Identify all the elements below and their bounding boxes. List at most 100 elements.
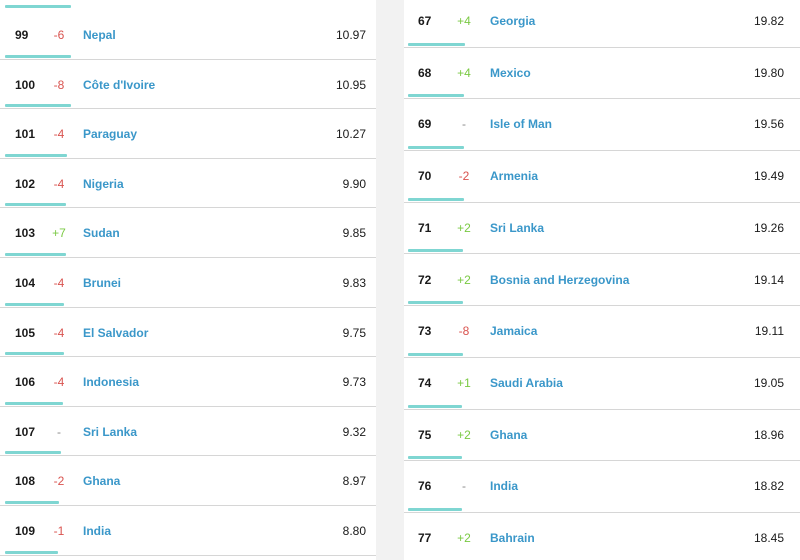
rank-change: +1: [457, 375, 471, 390]
rank-cell: 103: [15, 226, 36, 241]
score-cell: 9.73: [342, 375, 366, 390]
score-cell: 9.32: [342, 424, 366, 439]
country-link[interactable]: Nigeria: [83, 177, 124, 191]
country-link[interactable]: Paraguay: [83, 127, 137, 141]
country-link[interactable]: Indonesia: [83, 375, 139, 389]
country-link[interactable]: Armenia: [490, 169, 538, 183]
score-bar: [5, 5, 71, 8]
score-bar: [408, 507, 462, 511]
rank-cell: 74: [418, 375, 432, 390]
country-link[interactable]: Bosnia and Herzegovina: [490, 273, 629, 287]
rank-change: -4: [53, 375, 65, 390]
score-cell: 19.14: [753, 272, 784, 287]
score-bar: [5, 252, 66, 256]
rank-change: -4: [53, 276, 65, 290]
score-bar: [5, 54, 71, 58]
score-cell: 10.97: [335, 28, 366, 42]
country-link[interactable]: Sri Lanka: [83, 425, 137, 439]
score-cell: 18.96: [753, 427, 784, 442]
rank-change: +7: [52, 226, 66, 241]
score-bar: [408, 94, 464, 98]
country-link[interactable]: Mexico: [490, 66, 531, 80]
rank-cell: 99: [15, 28, 29, 42]
score-cell: 19.11: [754, 324, 784, 339]
rank-cell: 76: [418, 479, 432, 494]
rank-cell: 108: [15, 474, 36, 489]
score-bar: [408, 42, 465, 46]
country-link[interactable]: Jamaica: [490, 324, 537, 338]
rank-cell: 77: [418, 531, 432, 545]
country-link[interactable]: India: [83, 524, 111, 538]
table-row: 71 +2 Sri Lanka 19.26: [404, 202, 800, 255]
country-link[interactable]: Saudi Arabia: [490, 376, 563, 390]
left-ranking-table: 99 -6 Nepal 10.97 100 -8 Côte d'Ivoire 10.95 101…: [0, 0, 376, 560]
score-cell: 8.97: [342, 474, 366, 489]
rank-cell: 68: [418, 65, 432, 80]
rank-change: +2: [457, 531, 471, 545]
rank-change: -: [462, 117, 466, 132]
country-link[interactable]: Sri Lanka: [490, 221, 544, 235]
rank-change: -: [462, 479, 466, 494]
country-link[interactable]: Ghana: [490, 428, 527, 442]
table-row: 109 -1 India 8.80: [0, 505, 376, 556]
country-link[interactable]: India: [490, 479, 518, 493]
score-bar: [5, 352, 64, 356]
score-cell: 19.82: [753, 14, 784, 28]
score-bar: [408, 197, 464, 201]
rank-change: -4: [53, 325, 65, 340]
table-row: 67 +4 Georgia 19.82: [404, 0, 800, 48]
table-row: 72 +2 Bosnia and Herzegovina 19.14: [404, 254, 800, 307]
table-row: 76 - India 18.82: [404, 460, 800, 513]
table-row: 68 +4 Mexico 19.80: [404, 47, 800, 100]
table-row: 107 - Sri Lanka 9.32: [0, 406, 376, 457]
rank-cell: 104: [15, 276, 36, 290]
rank-cell: 101: [15, 127, 36, 142]
table-row: 75 +2 Ghana 18.96: [404, 409, 800, 462]
country-link[interactable]: Ghana: [83, 474, 120, 488]
right-ranking-table: 67 +4 Georgia 19.82 68 +4 Mexico 19.80 69 - Isle o…: [404, 0, 800, 560]
table-row: 100 -8 Côte d'Ivoire 10.95: [0, 59, 376, 110]
rank-cell: 75: [418, 427, 432, 442]
rank-change: -4: [53, 176, 65, 191]
score-cell: 19.26: [753, 220, 784, 235]
country-link[interactable]: El Salvador: [83, 326, 148, 340]
score-cell: 18.45: [753, 531, 784, 545]
score-bar: [5, 451, 61, 455]
table-row: 73 -8 Jamaica 19.11: [404, 305, 800, 358]
table-row: 101 -4 Paraguay 10.27: [0, 108, 376, 159]
score-cell: 19.80: [753, 65, 784, 80]
score-cell: 9.90: [342, 176, 366, 191]
table-row: 74 +1 Saudi Arabia 19.05: [404, 357, 800, 410]
rank-change: -8: [458, 324, 470, 339]
rank-change: +2: [457, 272, 471, 287]
country-link[interactable]: Nepal: [83, 28, 116, 42]
country-link[interactable]: Bahrain: [490, 531, 535, 545]
rank-change: -4: [53, 127, 65, 142]
score-bar: [408, 301, 463, 305]
score-cell: 9.83: [342, 276, 366, 290]
score-bar: [408, 404, 462, 408]
table-row: 108 -2 Ghana 8.97: [0, 455, 376, 506]
rank-change: -2: [458, 169, 470, 184]
table-row: 70 -2 Armenia 19.49: [404, 150, 800, 203]
score-bar: [5, 401, 63, 405]
score-bar: [5, 104, 71, 108]
score-cell: 10.27: [335, 127, 366, 142]
rank-cell: 100: [15, 77, 36, 92]
country-link[interactable]: Isle of Man: [490, 117, 552, 131]
score-cell: 9.85: [342, 226, 366, 241]
score-bar: [5, 550, 58, 554]
country-link[interactable]: Côte d'Ivoire: [83, 78, 155, 92]
table-row: 102 -4 Nigeria 9.90: [0, 158, 376, 209]
rank-cell: 70: [418, 169, 432, 184]
score-bar: [5, 500, 59, 504]
rank-cell: 109: [15, 524, 36, 538]
score-cell: 19.49: [753, 169, 784, 184]
country-link[interactable]: Sudan: [83, 226, 120, 240]
score-cell: 19.05: [753, 375, 784, 390]
score-bar: [5, 153, 67, 157]
rank-change: -8: [53, 77, 65, 92]
country-link[interactable]: Georgia: [490, 14, 535, 28]
score-bar: [408, 352, 463, 356]
country-link[interactable]: Brunei: [83, 276, 121, 290]
